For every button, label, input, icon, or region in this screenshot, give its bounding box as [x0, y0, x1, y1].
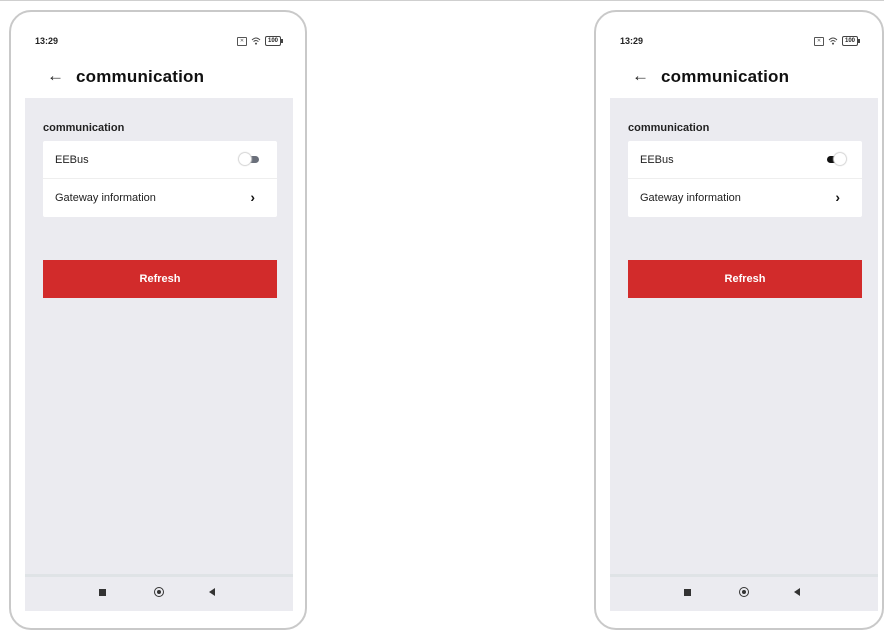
refresh-button[interactable]: Refresh [628, 260, 862, 298]
section-title: communication [43, 122, 125, 134]
status-bar: 13:29 ✕ 100 [35, 36, 285, 50]
settings-card: EEBus Gateway information › [43, 141, 277, 217]
back-triangle-icon[interactable] [209, 588, 215, 596]
home-circle-icon[interactable] [154, 587, 164, 597]
page-title: communication [76, 67, 205, 86]
back-arrow-icon[interactable]: ← [47, 66, 64, 86]
back-triangle-icon[interactable] [794, 588, 800, 596]
eebus-toggle[interactable] [239, 153, 261, 165]
eebus-row[interactable]: EEBus [43, 141, 277, 179]
status-icons: ✕ 100 [813, 36, 861, 46]
system-nav-bar [25, 574, 293, 611]
recents-square-icon[interactable] [684, 589, 691, 596]
battery-icon: 100 [841, 36, 861, 46]
gateway-information-label: Gateway information [640, 192, 741, 204]
eebus-label: EEBus [640, 154, 674, 166]
settings-card: EEBus Gateway information › [628, 141, 862, 217]
gateway-information-row[interactable]: Gateway information › [43, 179, 277, 217]
toggle-knob [834, 153, 846, 165]
eebus-label: EEBus [55, 154, 89, 166]
home-circle-icon[interactable] [739, 587, 749, 597]
sim-icon: ✕ [236, 36, 247, 46]
gateway-information-label: Gateway information [55, 192, 156, 204]
content-area: communication EEBus Gateway information … [25, 98, 293, 608]
top-divider [0, 0, 884, 1]
wifi-icon [828, 37, 838, 45]
page-title: communication [661, 67, 790, 86]
gateway-information-row[interactable]: Gateway information › [628, 179, 862, 217]
back-arrow-icon[interactable]: ← [632, 66, 649, 86]
status-icons: ✕ 100 [236, 36, 284, 46]
section-title: communication [628, 122, 710, 134]
status-bar: 13:29 ✕ 100 [620, 36, 862, 50]
recents-square-icon[interactable] [99, 589, 106, 596]
wifi-icon [251, 37, 261, 45]
status-time: 13:29 [620, 36, 644, 46]
toggle-knob [239, 153, 251, 165]
app-bar: ← communication [620, 64, 866, 94]
eebus-row[interactable]: EEBus [628, 141, 862, 179]
content-area: communication EEBus Gateway information … [610, 98, 878, 608]
phone-screen-1: 13:29 ✕ 100 ← communication communicatio… [9, 10, 307, 630]
sim-icon: ✕ [813, 36, 824, 46]
battery-icon: 100 [264, 36, 284, 46]
app-bar: ← communication [35, 64, 289, 94]
system-nav-bar [610, 574, 878, 611]
chevron-right-icon: › [835, 189, 840, 205]
status-time: 13:29 [35, 36, 59, 46]
refresh-button[interactable]: Refresh [43, 260, 277, 298]
phone-screen-2: 13:29 ✕ 100 ← communication communicatio… [594, 10, 884, 630]
eebus-toggle[interactable] [824, 153, 846, 165]
chevron-right-icon: › [250, 189, 255, 205]
